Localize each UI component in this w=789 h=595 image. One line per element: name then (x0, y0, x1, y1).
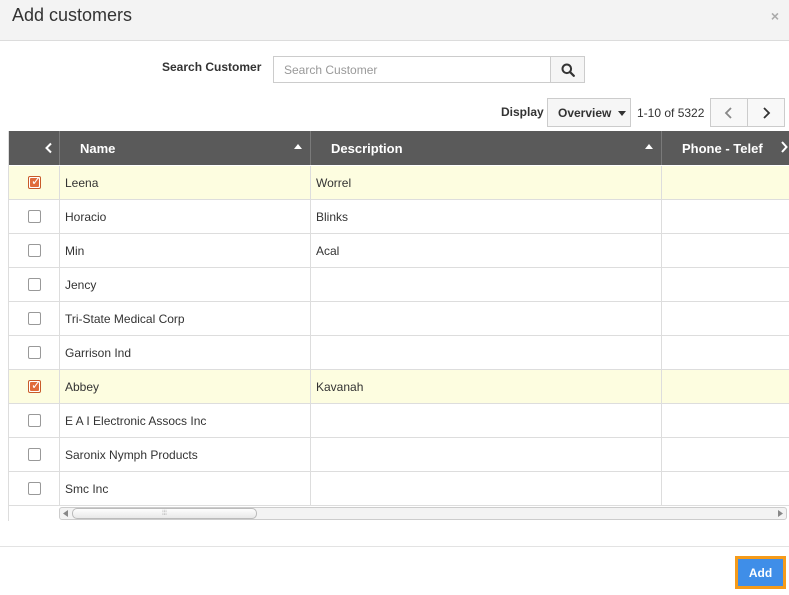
cell-name: Min (60, 234, 311, 267)
search-input[interactable] (273, 56, 551, 83)
row-checkbox[interactable] (28, 278, 41, 291)
cell-phone (662, 438, 789, 471)
horizontal-scrollbar[interactable]: ⦙⦙⦙ (59, 507, 787, 520)
cell-phone (662, 336, 789, 369)
table-row[interactable]: Min Acal (9, 234, 789, 268)
previous-page-button[interactable] (710, 98, 748, 127)
cell-phone (662, 302, 789, 335)
search-icon (561, 63, 575, 77)
column-header-label: Name (80, 140, 116, 156)
row-checkbox[interactable] (28, 312, 41, 325)
cell-name: Saronix Nymph Products (60, 438, 311, 471)
cell-description (311, 268, 662, 301)
add-button[interactable]: Add (735, 556, 786, 589)
column-header-label: Description (331, 140, 403, 156)
cell-description (311, 472, 662, 505)
cell-name: Garrison Ind (60, 336, 311, 369)
row-select-cell (9, 234, 60, 267)
search-label: Search Customer (162, 60, 262, 74)
row-select-cell (9, 302, 60, 335)
row-select-cell (9, 268, 60, 301)
cell-name: Abbey (60, 370, 311, 403)
row-checkbox[interactable] (28, 482, 41, 495)
dialog-title: Add customers (12, 5, 133, 25)
row-select-cell (9, 200, 60, 233)
display-select-value: Overview (558, 105, 612, 120)
caret-down-icon (618, 111, 626, 116)
table-row[interactable]: E A I Electronic Assocs Inc (9, 404, 789, 438)
next-page-button[interactable] (747, 98, 785, 127)
column-header-phone[interactable]: Phone - Telef (662, 131, 789, 165)
footer-divider (0, 546, 789, 547)
cell-name: E A I Electronic Assocs Inc (60, 404, 311, 437)
row-select-cell: ✓ (9, 370, 60, 403)
row-checkbox[interactable] (28, 448, 41, 461)
table-row[interactable]: Tri-State Medical Corp (9, 302, 789, 336)
row-checkbox[interactable]: ✓ (28, 174, 42, 189)
row-checkbox[interactable]: ✓ (28, 378, 42, 393)
column-header-name[interactable]: Name (60, 131, 311, 165)
cell-description: Kavanah (311, 370, 662, 403)
cell-description (311, 438, 662, 471)
cell-description (311, 302, 662, 335)
row-select-cell (9, 336, 60, 369)
grip-icon: ⦙⦙⦙ (162, 510, 167, 517)
scroll-right-icon[interactable] (774, 508, 786, 519)
cell-description (311, 404, 662, 437)
cell-phone (662, 370, 789, 403)
display-select[interactable]: Overview (547, 98, 631, 127)
column-header-description[interactable]: Description (311, 131, 662, 165)
cell-name: Leena (60, 166, 311, 199)
table-row[interactable]: Jency (9, 268, 789, 302)
checkmark-icon: ✓ (31, 174, 42, 188)
checkmark-icon: ✓ (31, 378, 42, 392)
table-row[interactable]: ✓ Abbey Kavanah (9, 370, 789, 404)
pager-text: 1-10 of 5322 (637, 106, 705, 120)
cell-phone (662, 234, 789, 267)
cell-phone (662, 200, 789, 233)
close-icon[interactable]: × (771, 8, 779, 24)
table-row[interactable]: Horacio Blinks (9, 200, 789, 234)
table-header: Name Description Phone - Telef (9, 131, 789, 165)
cell-description: Acal (311, 234, 662, 267)
row-select-cell: ✓ (9, 166, 60, 199)
scroll-left-icon[interactable] (60, 508, 72, 519)
chevron-right-icon (763, 106, 771, 119)
scrollbar-thumb[interactable]: ⦙⦙⦙ (72, 508, 257, 519)
cell-name: Tri-State Medical Corp (60, 302, 311, 335)
cell-phone (662, 268, 789, 301)
sort-ascending-icon (645, 144, 653, 149)
table-row[interactable]: Garrison Ind (9, 336, 789, 370)
row-checkbox[interactable] (28, 346, 41, 359)
cell-phone (662, 404, 789, 437)
table-row[interactable]: ✓ Leena Worrel (9, 166, 789, 200)
row-select-cell (9, 472, 60, 505)
display-label: Display (501, 105, 544, 119)
chevron-left-icon (724, 106, 732, 119)
table-row[interactable]: Smc Inc (9, 472, 789, 506)
cell-name: Horacio (60, 200, 311, 233)
cell-description (311, 336, 662, 369)
cell-description: Worrel (311, 166, 662, 199)
column-header-label: Phone - Telef (682, 140, 763, 156)
row-select-cell (9, 404, 60, 437)
cell-name: Jency (60, 268, 311, 301)
search-button[interactable] (550, 56, 585, 83)
sort-ascending-icon (294, 144, 302, 149)
row-checkbox[interactable] (28, 244, 41, 257)
customers-table: Name Description Phone - Telef ✓ Leena Wor… (8, 131, 789, 521)
chevron-left-icon (45, 142, 52, 154)
add-customers-dialog: Add customers × Search Customer Display … (0, 0, 789, 595)
row-checkbox[interactable] (28, 210, 41, 223)
cell-name: Smc Inc (60, 472, 311, 505)
row-checkbox[interactable] (28, 414, 41, 427)
chevron-right-icon[interactable] (780, 140, 788, 154)
cell-description: Blinks (311, 200, 662, 233)
cell-phone (662, 472, 789, 505)
table-row[interactable]: Saronix Nymph Products (9, 438, 789, 472)
row-select-cell (9, 438, 60, 471)
dialog-header: Add customers × (0, 0, 789, 41)
cell-phone (662, 166, 789, 199)
collapse-columns-button[interactable] (9, 131, 60, 165)
